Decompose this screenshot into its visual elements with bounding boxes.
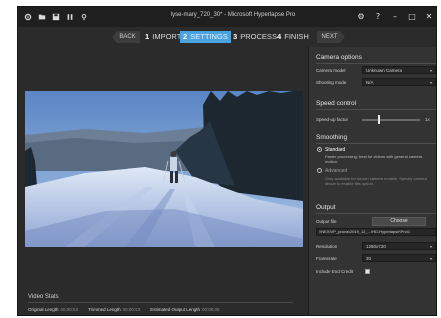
end-credit-label: Include End Credit xyxy=(316,269,354,274)
settings-panel: Camera options Camera model Unknown Came… xyxy=(308,47,436,315)
title-bar: lyse-mary_720_30* - Microsoft Hyperlapse… xyxy=(18,7,436,27)
shooting-mode-select[interactable]: N/A ▾ xyxy=(362,78,436,86)
extra-icon[interactable] xyxy=(80,13,88,21)
speed-control-title: Speed control xyxy=(316,100,357,107)
output-title: Output xyxy=(316,204,336,211)
divider xyxy=(316,109,436,110)
divider xyxy=(316,143,436,144)
resolution-select[interactable]: 1280x720 ▾ xyxy=(362,242,436,250)
settings-icon[interactable]: ⚙ xyxy=(356,11,366,22)
titlebar-toolbar xyxy=(18,13,88,21)
end-credit-checkbox[interactable] xyxy=(365,269,370,274)
output-file-label: Output file xyxy=(316,219,337,224)
advanced-label[interactable]: Advanced xyxy=(325,168,347,174)
camera-model-select[interactable]: Unknown Camera ▾ xyxy=(362,66,436,74)
minimize-icon[interactable]: – xyxy=(390,11,400,22)
step-number: 2 xyxy=(183,32,188,41)
speed-slider-thumb[interactable] xyxy=(378,115,380,124)
step-import[interactable]: 1 IMPORT xyxy=(145,31,181,43)
step-label: PROCESS xyxy=(240,32,277,41)
chevron-down-icon: ▾ xyxy=(429,256,432,261)
advanced-description: Only available for known camera models. … xyxy=(325,176,427,186)
trimmed-length: Trimmed Length 00:00:53 xyxy=(88,307,140,312)
help-icon[interactable]: ? xyxy=(373,11,383,22)
settings-gear-icon[interactable] xyxy=(24,13,32,21)
wizard-bar: BACK 1 IMPORT 2 SETTINGS 3 PROCESS 4 FIN… xyxy=(18,27,436,47)
divider xyxy=(316,213,436,214)
step-label: IMPORT xyxy=(152,32,182,41)
video-stats-title: Video Stats xyxy=(28,294,59,300)
framerate-select[interactable]: 30 ▾ xyxy=(362,254,436,262)
app-window: lyse-mary_720_30* - Microsoft Hyperlapse… xyxy=(17,6,437,316)
step-settings[interactable]: 2 SETTINGS xyxy=(180,31,231,43)
resolution-label: Resolution xyxy=(316,244,338,249)
divider xyxy=(28,302,293,303)
video-stats: Video Stats Original Length 00:00:53 Trim… xyxy=(28,294,303,315)
smoothing-title: Smoothing xyxy=(316,134,348,141)
step-number: 3 xyxy=(233,32,238,41)
standard-label[interactable]: Standard xyxy=(325,147,345,153)
output-path-field[interactable]: \\NEXIVP_praxis\2019_12_...\HD-Hyperlaps… xyxy=(316,228,436,236)
trimmed-length-label: Trimmed Length xyxy=(88,307,121,312)
window-controls: ⚙ ? – □ ✕ xyxy=(356,11,434,22)
radio-advanced[interactable] xyxy=(317,168,322,173)
pause-icon[interactable] xyxy=(66,13,74,21)
video-preview[interactable] xyxy=(25,91,303,247)
ski-slope-frame xyxy=(25,91,303,247)
original-length: Original Length 00:00:53 xyxy=(28,307,78,312)
close-icon[interactable]: ✕ xyxy=(424,11,434,22)
chevron-down-icon: ▾ xyxy=(429,68,432,73)
back-button[interactable]: BACK xyxy=(112,31,140,43)
camera-model-label: Camera model xyxy=(316,68,346,73)
folder-icon[interactable] xyxy=(38,13,46,21)
step-label: FINISH xyxy=(284,32,309,41)
radio-standard[interactable] xyxy=(317,147,322,152)
trimmed-length-value: 00:00:53 xyxy=(122,307,141,312)
save-icon[interactable] xyxy=(52,13,60,21)
chevron-down-icon: ▾ xyxy=(429,244,432,249)
window-title: lyse-mary_720_30* - Microsoft Hyperlapse… xyxy=(170,12,296,18)
step-process[interactable]: 3 PROCESS xyxy=(233,31,277,43)
video-stats-row: Original Length 00:00:53 Trimmed Length 00… xyxy=(28,307,303,312)
estimated-length-value: 00:00:05 xyxy=(201,307,220,312)
speed-factor-value: 1x xyxy=(425,117,430,122)
original-length-value: 00:00:53 xyxy=(60,307,79,312)
resolution-value: 1280x720 xyxy=(366,244,386,249)
camera-model-value: Unknown Camera xyxy=(366,68,403,73)
camera-options-title: Camera options xyxy=(316,54,362,61)
framerate-label: Framerate xyxy=(316,256,337,261)
maximize-icon[interactable]: □ xyxy=(407,11,417,22)
speed-slider-track[interactable] xyxy=(362,119,420,121)
shooting-mode-label: Shooting mode xyxy=(316,80,347,85)
next-button[interactable]: NEXT xyxy=(317,31,345,43)
step-number: 4 xyxy=(277,32,282,41)
estimated-length: Estimated Output Length 00:00:05 xyxy=(150,307,219,312)
estimated-length-label: Estimated Output Length xyxy=(150,307,200,312)
step-label: SETTINGS xyxy=(190,32,228,41)
speed-factor-label: Speed-up factor xyxy=(316,117,349,122)
divider xyxy=(316,63,436,64)
choose-button[interactable]: Choose xyxy=(372,217,426,226)
step-number: 1 xyxy=(145,32,150,41)
original-length-label: Original Length xyxy=(28,307,59,312)
framerate-value: 30 xyxy=(366,256,372,261)
chevron-down-icon: ▾ xyxy=(429,80,432,85)
step-finish[interactable]: 4 FINISH xyxy=(277,31,309,43)
standard-description: Faster processing, best for videos with … xyxy=(325,154,423,164)
shooting-mode-value: N/A xyxy=(366,80,374,85)
